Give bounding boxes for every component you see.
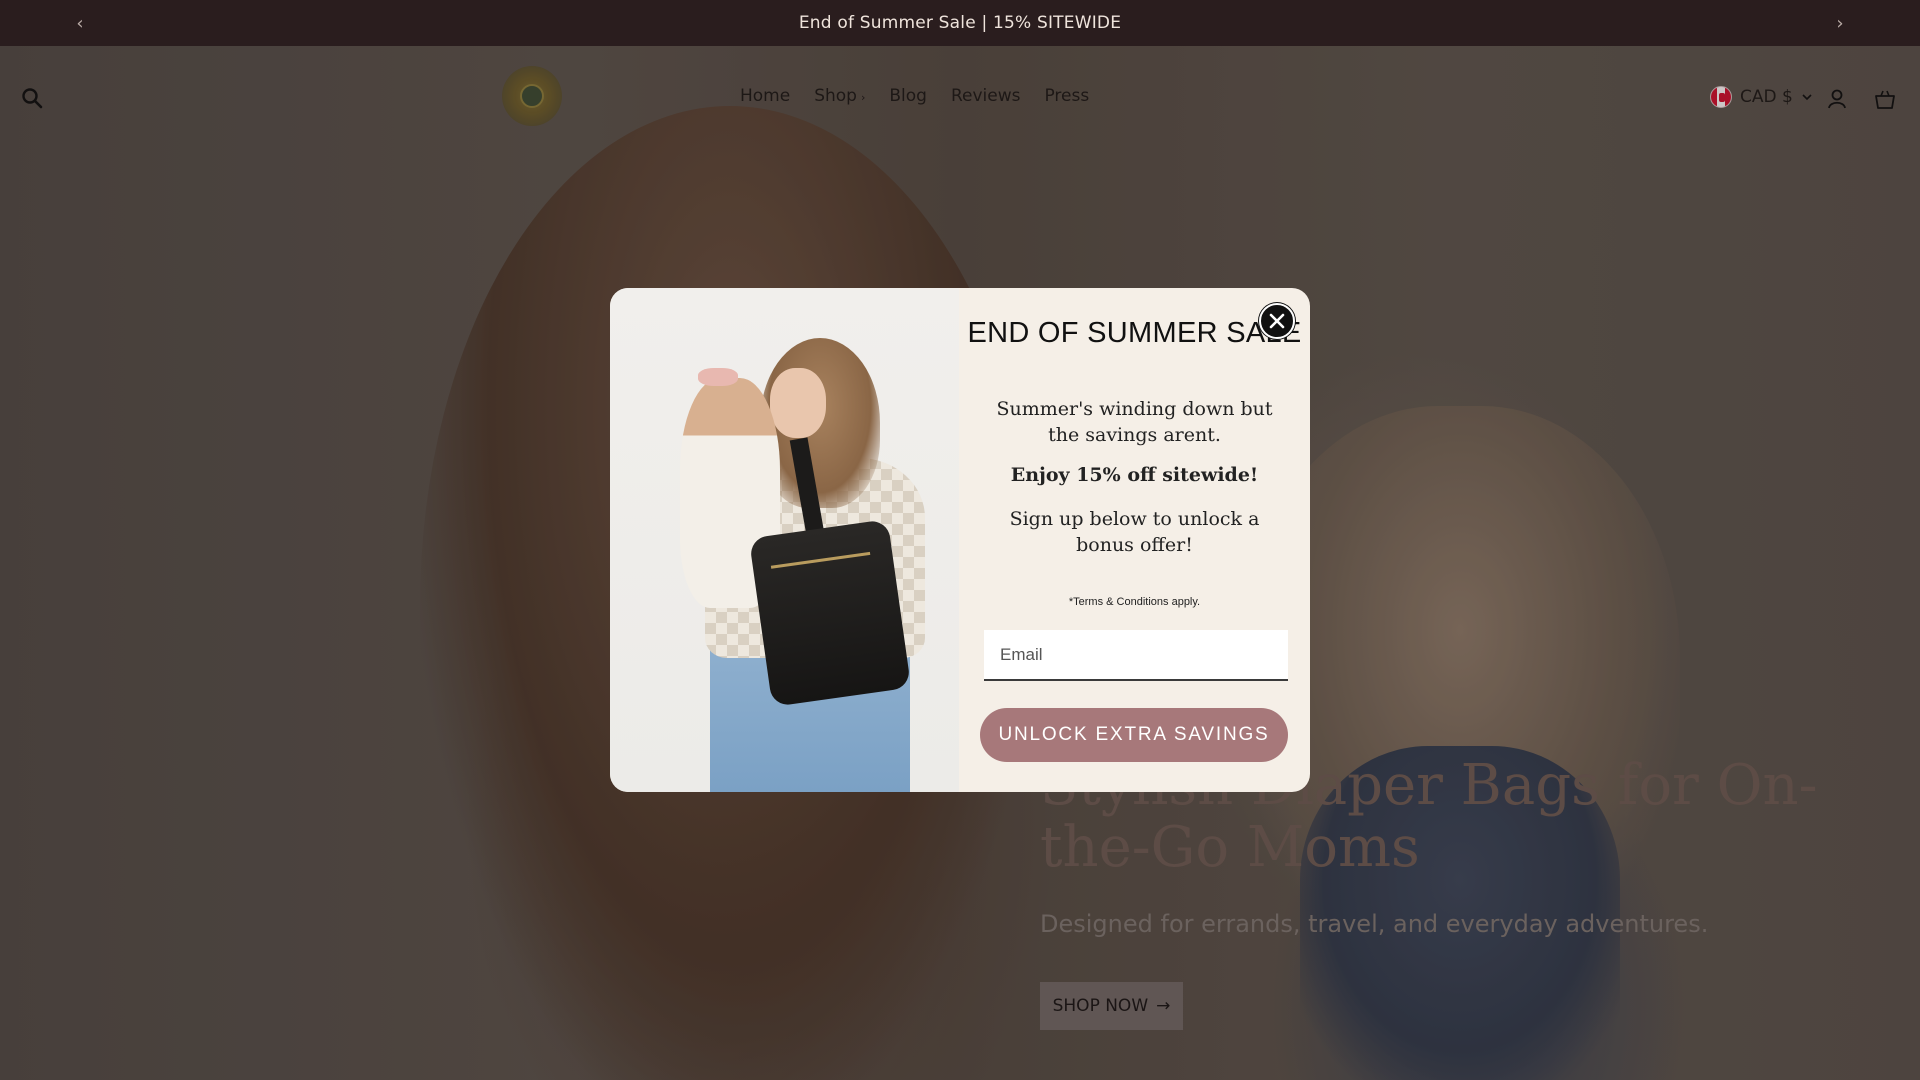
photo-face: [770, 368, 826, 438]
newsletter-popup: END OF SUMMER SALE Summer's winding down…: [610, 288, 1310, 792]
unlock-savings-button[interactable]: UNLOCK EXTRA SAVINGS: [980, 708, 1288, 762]
popup-offer: Enjoy 15% off sitewide!: [1010, 464, 1259, 486]
popup-signup-text: Sign up below to unlock a bonus offer!: [1009, 508, 1260, 556]
announcement-bar: ‹ End of Summer Sale | 15% SITEWIDE ›: [0, 0, 1920, 46]
popup-image: [610, 288, 959, 792]
close-icon[interactable]: [1259, 303, 1295, 339]
announcement-prev-arrow-icon[interactable]: ‹: [60, 0, 100, 46]
email-field-wrapper: [984, 630, 1288, 681]
photo-bow: [698, 368, 738, 386]
photo-diaper-bag: [748, 519, 912, 707]
popup-title: END OF SUMMER SALE: [967, 317, 1302, 349]
announcement-next-arrow-icon[interactable]: ›: [1820, 0, 1860, 46]
popup-terms: *Terms & Conditions apply.: [1068, 596, 1201, 608]
popup-panel: END OF SUMMER SALE Summer's winding down…: [959, 288, 1310, 792]
popup-subtitle: Summer's winding down but the savings ar…: [996, 398, 1273, 446]
email-field[interactable]: [984, 630, 1288, 679]
announcement-message: End of Summer Sale | 15% SITEWIDE: [798, 13, 1122, 33]
